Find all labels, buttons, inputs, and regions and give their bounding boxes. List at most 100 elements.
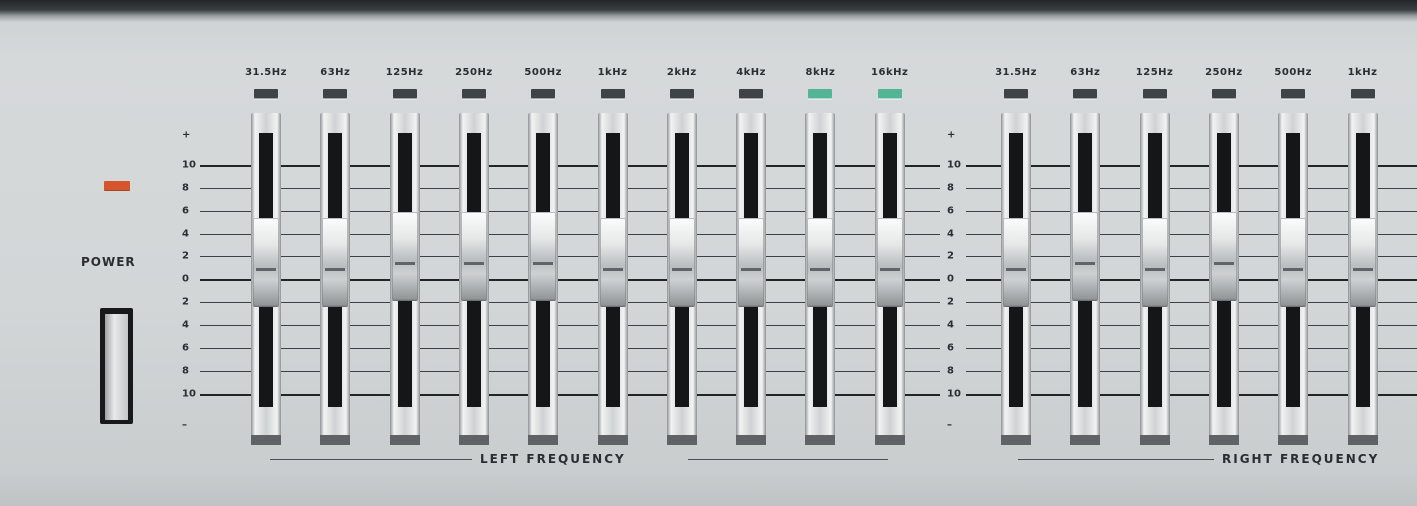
right-slider-31.5hz[interactable] <box>1001 113 1031 445</box>
left-scale-label: 0 <box>182 273 189 285</box>
right-scale-label: 0 <box>947 273 954 285</box>
right-scale-label: 8 <box>947 365 954 377</box>
left-scale-label: 6 <box>182 342 189 354</box>
right-band-label: 31.5Hz <box>995 67 1037 78</box>
right-scale-label: 4 <box>947 319 954 331</box>
right-scale-label: – <box>947 419 952 431</box>
left-scale-label: 10 <box>182 388 196 400</box>
right-slider-125hz[interactable] <box>1139 113 1170 445</box>
left-band-label: 500Hz <box>524 67 562 78</box>
right-scale-label: 4 <box>947 228 954 240</box>
left-scale-label: 4 <box>182 228 189 240</box>
right-slider-1khz[interactable] <box>1347 113 1378 445</box>
slider-knob[interactable] <box>599 217 626 306</box>
left-band-indicator <box>600 89 625 99</box>
left-title-rule <box>688 459 888 460</box>
left-scale-label: – <box>182 419 187 431</box>
power-button-face <box>105 314 128 420</box>
slider-knob[interactable] <box>391 211 418 300</box>
right-band-indicator <box>1281 89 1306 99</box>
left-scale-label: 2 <box>182 250 189 262</box>
left-scale-label: 2 <box>182 296 189 308</box>
right-band-label: 500Hz <box>1274 67 1312 78</box>
right-band-indicator <box>1004 89 1028 99</box>
left-band-label: 63Hz <box>320 67 351 78</box>
left-slider-31.5hz[interactable] <box>251 113 281 445</box>
slider-knob[interactable] <box>1210 211 1237 300</box>
right-band-indicator <box>1211 89 1236 99</box>
slider-knob[interactable] <box>1072 211 1099 300</box>
right-band-label: 63Hz <box>1070 67 1101 78</box>
left-slider-8khz[interactable] <box>805 113 836 445</box>
left-scale-label: + <box>182 129 191 141</box>
left-scale-label: 10 <box>182 159 196 171</box>
slider-knob[interactable] <box>876 217 903 306</box>
left-band-indicator <box>392 89 417 99</box>
slider-knob[interactable] <box>1003 217 1029 306</box>
right-band-label: 1kHz <box>1347 67 1378 78</box>
right-scale-label: + <box>947 129 956 141</box>
left-band-indicator <box>739 89 764 99</box>
left-band-label: 2kHz <box>666 67 697 78</box>
slider-knob[interactable] <box>1141 217 1168 306</box>
right-scale-label: 2 <box>947 250 954 262</box>
equalizer-panel: POWER +10 8 6 4 2 0 2 4 6 8 10 – 31.5Hz 63Hz 125Hz 250H… <box>0 0 1417 506</box>
right-band-indicator <box>1350 89 1375 99</box>
left-band-label: 125Hz <box>385 67 424 78</box>
slider-knob[interactable] <box>530 211 557 300</box>
right-slider-63hz[interactable] <box>1070 113 1101 445</box>
left-slider-250hz[interactable] <box>458 113 489 445</box>
left-slider-4khz[interactable] <box>736 113 767 445</box>
left-scale-label: 6 <box>182 205 189 217</box>
left-band-indicator <box>531 89 556 99</box>
left-slider-2khz[interactable] <box>666 113 697 445</box>
right-scale-label: 10 <box>947 159 961 171</box>
left-band-indicator <box>808 89 833 99</box>
left-title-rule <box>270 459 472 460</box>
slider-knob[interactable] <box>1349 217 1376 306</box>
slider-knob[interactable] <box>460 211 487 300</box>
left-slider-125hz[interactable] <box>389 113 420 445</box>
left-band-label: 1kHz <box>597 67 628 78</box>
slider-knob[interactable] <box>1280 217 1307 306</box>
power-label: POWER <box>81 255 136 269</box>
left-scale-label: 4 <box>182 319 189 331</box>
right-section-title: RIGHT FREQUENCY <box>1222 452 1380 466</box>
left-band-label: 16kHz <box>871 67 909 78</box>
left-band-indicator <box>461 89 486 99</box>
right-scale-label: 10 <box>947 388 961 400</box>
left-band-label: 8kHz <box>805 67 836 78</box>
right-title-rule <box>1018 459 1214 460</box>
left-scale-label: 8 <box>182 182 189 194</box>
left-band-indicator <box>254 89 278 99</box>
right-band-indicator <box>1142 89 1167 99</box>
slider-knob[interactable] <box>738 217 765 306</box>
slider-knob[interactable] <box>322 217 349 306</box>
left-slider-1khz[interactable] <box>597 113 628 445</box>
slider-knob[interactable] <box>668 217 695 306</box>
right-scale-label: 6 <box>947 342 954 354</box>
right-band-label: 125Hz <box>1135 67 1174 78</box>
power-button[interactable] <box>100 308 133 424</box>
right-scale-label: 8 <box>947 182 954 194</box>
left-slider-16khz[interactable] <box>874 113 905 445</box>
left-scale-label: 8 <box>182 365 189 377</box>
right-scale-label: 2 <box>947 296 954 308</box>
slider-knob[interactable] <box>807 217 834 306</box>
left-slider-500hz[interactable] <box>528 113 559 445</box>
right-slider-500hz[interactable] <box>1278 113 1309 445</box>
left-band-indicator <box>877 89 902 99</box>
left-band-indicator <box>323 89 348 99</box>
left-band-indicator <box>669 89 694 99</box>
left-band-label: 31.5Hz <box>245 67 287 78</box>
left-slider-63hz[interactable] <box>320 113 351 445</box>
right-slider-250hz[interactable] <box>1208 113 1239 445</box>
right-band-indicator <box>1073 89 1098 99</box>
slider-knob[interactable] <box>253 217 279 306</box>
right-scale-label: 6 <box>947 205 954 217</box>
left-section-title: LEFT FREQUENCY <box>480 452 626 466</box>
right-band-label: 250Hz <box>1205 67 1243 78</box>
left-band-label: 250Hz <box>455 67 493 78</box>
left-band-label: 4kHz <box>736 67 766 78</box>
power-led <box>104 181 130 191</box>
